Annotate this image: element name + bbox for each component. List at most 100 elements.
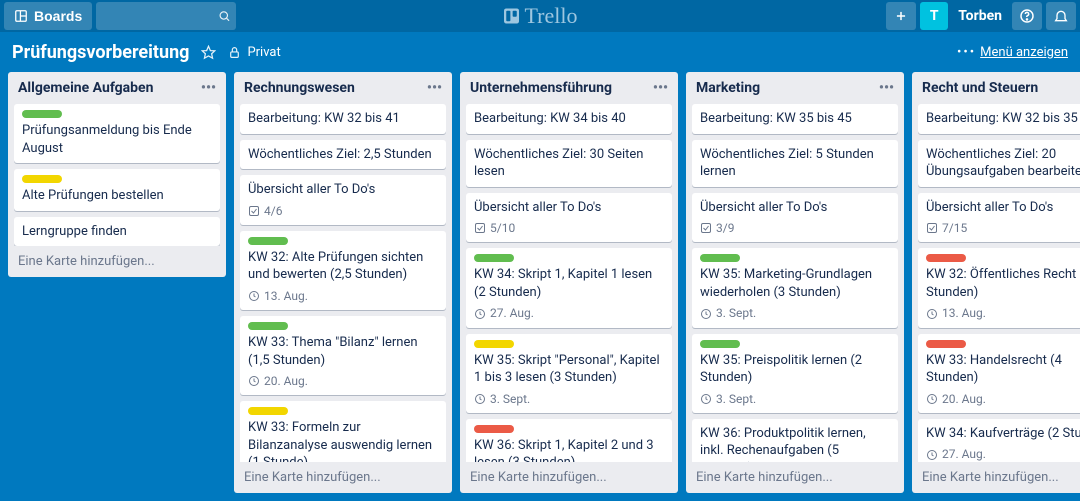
card-label — [700, 340, 740, 348]
card[interactable]: KW 32: Alte Prüfungen sichten und bewert… — [240, 231, 446, 310]
list-menu-icon[interactable]: ••• — [879, 80, 894, 96]
list-menu-icon[interactable]: ••• — [427, 80, 442, 96]
card-text: KW 34: Kaufverträge (2 Stunden) — [926, 425, 1080, 443]
card[interactable]: Übersicht aller To Do's7/15 — [918, 193, 1080, 243]
due-date: 27. Aug. — [942, 446, 986, 462]
topbar-right: T Torben — [886, 2, 1076, 30]
checklist-count: 5/10 — [490, 220, 515, 236]
card[interactable]: Prüfungsanmeldung bis Ende August — [14, 104, 220, 163]
list: Allgemeine Aufgaben ••• Prüfungsanmeldung … — [8, 72, 226, 277]
card-label — [474, 340, 514, 348]
card[interactable]: Wöchentliches Ziel: 20 Übungsaufgaben be… — [918, 140, 1080, 187]
list-header[interactable]: Marketing••• — [686, 72, 904, 104]
card-text: KW 33: Formeln zur Bilanzanalyse auswend… — [248, 419, 438, 462]
card-badges: 5/10 — [474, 220, 664, 236]
avatar[interactable]: T — [920, 2, 948, 30]
card-badges: 20. Aug. — [248, 373, 438, 389]
card[interactable]: KW 34: Kaufverträge (2 Stunden) 27. Aug. — [918, 419, 1080, 462]
card-text: KW 35: Preispolitik lernen (2 Stunden) — [700, 352, 890, 387]
card[interactable]: KW 34: Skript 1, Kapitel 1 lesen (2 Stun… — [466, 248, 672, 327]
card-badges: 4/6 — [248, 203, 438, 219]
notifications-button[interactable] — [1046, 2, 1076, 30]
add-card[interactable]: Eine Karte hinzufügen... — [460, 462, 678, 493]
search-box[interactable] — [96, 2, 236, 30]
clock-icon — [474, 393, 486, 405]
card-text: Wöchentliches Ziel: 2,5 Stunden — [248, 146, 438, 164]
add-card[interactable]: Eine Karte hinzufügen... — [8, 246, 226, 277]
card[interactable]: KW 36: Produktpolitik lernen, inkl. Rech… — [692, 419, 898, 462]
lock-icon — [228, 46, 241, 59]
clock-icon — [474, 308, 486, 320]
card-label — [248, 407, 288, 415]
card[interactable]: KW 35: Marketing-Grundlagen wiederholen … — [692, 248, 898, 327]
list: Recht und Steuern•••Bearbeitung: KW 32 b… — [912, 72, 1080, 493]
list-header[interactable]: Unternehmensführung ••• — [460, 72, 678, 104]
card-label — [248, 237, 288, 245]
card-text: Übersicht aller To Do's — [248, 181, 438, 199]
list-menu-icon[interactable]: ••• — [201, 80, 216, 96]
card[interactable]: Bearbeitung: KW 32 bis 41 — [240, 104, 446, 134]
plus-icon — [894, 9, 908, 23]
board-title[interactable]: Prüfungsvorbereitung — [12, 42, 189, 63]
card[interactable]: Bearbeitung: KW 34 bis 40 — [466, 104, 672, 134]
checklist-icon — [700, 222, 712, 234]
list-header[interactable]: Recht und Steuern••• — [912, 72, 1080, 104]
card-text: KW 33: Thema "Bilanz" lernen (1,5 Stunde… — [248, 334, 438, 369]
add-card[interactable]: Eine Karte hinzufügen... — [686, 462, 904, 493]
card[interactable]: Bearbeitung: KW 32 bis 35 — [918, 104, 1080, 134]
card-label — [926, 340, 966, 348]
list-header[interactable]: Rechnungswesen••• — [234, 72, 452, 104]
card[interactable]: KW 32: Öffentliches Recht (3 Stunden)13.… — [918, 248, 1080, 327]
star-icon[interactable] — [201, 45, 216, 60]
card[interactable]: Wöchentliches Ziel: 5 Stunden lernen — [692, 140, 898, 187]
card-text: Wöchentliches Ziel: 30 Seiten lesen — [474, 146, 664, 181]
card-text: Wöchentliches Ziel: 20 Übungsaufgaben be… — [926, 146, 1080, 181]
card[interactable]: Wöchentliches Ziel: 2,5 Stunden — [240, 140, 446, 170]
help-button[interactable] — [1012, 2, 1042, 30]
card[interactable]: Wöchentliches Ziel: 30 Seiten lesen — [466, 140, 672, 187]
card[interactable]: KW 35: Preispolitik lernen (2 Stunden)3.… — [692, 334, 898, 413]
board-privacy[interactable]: Privat — [228, 45, 280, 60]
card[interactable]: KW 35: Skript "Personal", Kapitel 1 bis … — [466, 334, 672, 413]
username[interactable]: Torben — [952, 8, 1008, 24]
add-card[interactable]: Eine Karte hinzufügen... — [234, 462, 452, 493]
card[interactable]: Alte Prüfungen bestellen — [14, 169, 220, 211]
card[interactable]: Übersicht aller To Do's5/10 — [466, 193, 672, 243]
card[interactable]: KW 33: Thema "Bilanz" lernen (1,5 Stunde… — [240, 316, 446, 395]
list-cards: Bearbeitung: KW 32 bis 41 Wöchentliches Z… — [234, 104, 452, 462]
card-badges: 3/9 — [700, 220, 890, 236]
clock-icon — [926, 308, 938, 320]
list-header[interactable]: Allgemeine Aufgaben ••• — [8, 72, 226, 104]
card-badges: 20. Aug. — [926, 391, 1080, 407]
clock-icon — [926, 393, 938, 405]
card[interactable]: KW 33: Handelsrecht (4 Stunden)20. Aug. — [918, 334, 1080, 413]
clock-icon — [248, 290, 260, 302]
card[interactable]: Lerngruppe finden — [14, 217, 220, 247]
card-text: KW 34: Skript 1, Kapitel 1 lesen (2 Stun… — [474, 266, 664, 301]
list-title: Allgemeine Aufgaben — [18, 80, 153, 96]
add-button[interactable] — [886, 2, 916, 30]
add-card[interactable]: Eine Karte hinzufügen... — [912, 462, 1080, 493]
card[interactable]: Übersicht aller To Do's3/9 — [692, 193, 898, 243]
search-input[interactable] — [102, 9, 217, 24]
list-menu-icon[interactable]: ••• — [653, 80, 668, 96]
boards-button[interactable]: Boards — [4, 2, 92, 30]
due-date: 27. Aug. — [490, 305, 534, 321]
logo[interactable]: Trello — [503, 3, 578, 29]
privacy-label: Privat — [247, 45, 280, 60]
card[interactable]: KW 33: Formeln zur Bilanzanalyse auswend… — [240, 401, 446, 462]
card-badges: 27. Aug. — [926, 446, 1080, 462]
checklist-count: 7/15 — [942, 220, 967, 236]
card-text: Bearbeitung: KW 34 bis 40 — [474, 110, 664, 128]
due-date: 13. Aug. — [264, 288, 308, 304]
board-menu-link[interactable]: ••• Menü anzeigen — [957, 45, 1068, 60]
card[interactable]: KW 36: Skript 1, Kapitel 2 und 3 lesen (… — [466, 419, 672, 462]
clock-icon — [248, 375, 260, 387]
checklist-icon — [474, 222, 486, 234]
card[interactable]: Übersicht aller To Do's 4/6 — [240, 175, 446, 225]
card-badges: 3. Sept. — [700, 305, 890, 321]
list: Marketing•••Bearbeitung: KW 35 bis 45 Wöc… — [686, 72, 904, 493]
list-title: Unternehmensführung — [470, 80, 612, 96]
list-cards: Bearbeitung: KW 35 bis 45 Wöchentliches Z… — [686, 104, 904, 462]
card[interactable]: Bearbeitung: KW 35 bis 45 — [692, 104, 898, 134]
